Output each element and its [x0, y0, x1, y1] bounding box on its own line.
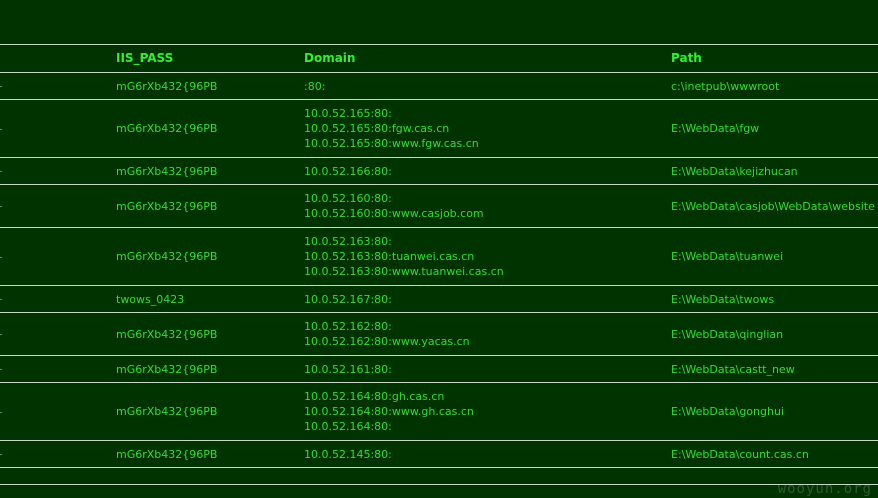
row-marker [0, 171, 2, 172]
domain-binding: 10.0.52.145:80: [304, 447, 392, 461]
row-marker [0, 128, 2, 130]
cell-iis-pass: mG6rXb432{96PB [116, 199, 218, 213]
domain-binding: 10.0.52.163:80: [304, 235, 392, 248]
domain-binding: 10.0.52.165:80:fgw.cas.cn [304, 122, 450, 135]
cell-iis-pass: mG6rXb432{96PB [116, 405, 218, 418]
table-row: mG6rXb432{96PB 10.0.52.145:80: E:\WebData\… [0, 441, 878, 468]
cell-path: E:\WebData\kejizhucan [671, 164, 798, 178]
cell-path: E:\WebData\fgw [671, 122, 760, 135]
watermark: wooyun.org [777, 481, 872, 497]
cell-iis-pass: mG6rXb432{96PB [116, 164, 218, 178]
domain-binding: 10.0.52.164:80:www.gh.cas.cn [304, 405, 474, 418]
cell-path: E:\WebData\count.cas.cn [671, 447, 809, 461]
cell-iis-pass: mG6rXb432{96PB [116, 79, 218, 93]
cell-path: E:\WebData\tuanwei [671, 250, 784, 263]
row-marker [0, 411, 2, 413]
domain-binding: 10.0.52.162:80:www.yacas.cn [304, 335, 470, 348]
header-path: Path [671, 51, 702, 65]
row-marker [0, 256, 2, 258]
domain-binding: 10.0.52.164:80: [304, 420, 392, 433]
row-marker [0, 369, 2, 370]
cell-path: E:\WebData\casjob\WebData\website [671, 199, 875, 213]
table-row: mG6rXb432{96PB 10.0.52.163:80: 10.0.52.163… [0, 228, 878, 286]
row-marker [0, 86, 2, 87]
cell-path: c:\inetpub\wwwroot [671, 79, 780, 93]
cell-iis-pass: mG6rXb432{96PB [116, 250, 218, 263]
cell-iis-pass: mG6rXb432{96PB [116, 327, 218, 341]
page: IIS_PASS Domain Path mG6rXb432{96PB :80: c… [0, 0, 878, 498]
table-row: mG6rXb432{96PB 10.0.52.165:80: 10.0.52.165… [0, 100, 878, 158]
table-row: mG6rXb432{96PB 10.0.52.161:80: E:\WebData\… [0, 356, 878, 383]
table-row: mG6rXb432{96PB 10.0.52.166:80: E:\WebData\… [0, 158, 878, 185]
domain-binding: :80: [304, 79, 326, 93]
table-header-row: IIS_PASS Domain Path [0, 45, 878, 73]
table-row: mG6rXb432{96PB 10.0.52.160:80: 10.0.52.160… [0, 185, 878, 228]
cell-path: E:\WebData\gonghui [671, 405, 784, 418]
domain-binding: 10.0.52.160:80:www.casjob.com [304, 207, 484, 220]
cell-domain: 10.0.52.166:80: [304, 158, 392, 184]
cell-domain: 10.0.52.167:80: [304, 286, 392, 312]
cell-iis-pass: mG6rXb432{96PB [116, 122, 218, 135]
cell-path: E:\WebData\castt_new [671, 362, 795, 376]
table-footer-spacer [0, 468, 878, 485]
cell-domain: 10.0.52.162:80: 10.0.52.162:80:www.yacas.… [304, 313, 470, 355]
row-marker [0, 206, 2, 207]
domain-binding: 10.0.52.162:80: [304, 320, 392, 333]
domain-binding: 10.0.52.163:80:tuanwei.cas.cn [304, 250, 475, 263]
cell-domain: 10.0.52.161:80: [304, 356, 392, 382]
table-row: mG6rXb432{96PB 10.0.52.162:80: 10.0.52.162… [0, 313, 878, 356]
row-marker [0, 334, 2, 335]
header-domain: Domain [304, 51, 356, 65]
table-row: mG6rXb432{96PB 10.0.52.164:80:gh.cas.cn 10… [0, 383, 878, 441]
cell-domain: 10.0.52.164:80:gh.cas.cn 10.0.52.164:80:w… [304, 383, 474, 440]
domain-binding: 10.0.52.165:80:www.fgw.cas.cn [304, 137, 479, 150]
table-row: mG6rXb432{96PB :80: c:\inetpub\wwwroot [0, 73, 878, 100]
cell-path: E:\WebData\twows [671, 292, 775, 306]
row-marker [0, 299, 2, 300]
domain-binding: 10.0.52.165:80: [304, 107, 392, 120]
cell-iis-pass: twows_0423 [116, 292, 185, 306]
cell-path: E:\WebData\qinglian [671, 327, 784, 341]
domain-binding: 10.0.52.166:80: [304, 164, 392, 178]
domain-binding: 10.0.52.164:80:gh.cas.cn [304, 390, 445, 403]
row-marker [0, 454, 2, 455]
domain-binding: 10.0.52.161:80: [304, 362, 392, 376]
cell-iis-pass: mG6rXb432{96PB [116, 447, 218, 461]
cell-domain: 10.0.52.160:80: 10.0.52.160:80:www.casjob… [304, 185, 484, 227]
credentials-table: IIS_PASS Domain Path mG6rXb432{96PB :80: c… [0, 44, 878, 485]
header-iis-pass: IIS_PASS [116, 51, 174, 65]
cell-domain: 10.0.52.145:80: [304, 441, 392, 467]
table-row: twows_0423 10.0.52.167:80: E:\WebData\twow… [0, 286, 878, 313]
cell-domain: 10.0.52.163:80: 10.0.52.163:80:tuanwei.ca… [304, 228, 504, 285]
cell-domain: 10.0.52.165:80: 10.0.52.165:80:fgw.cas.cn… [304, 100, 479, 157]
cell-iis-pass: mG6rXb432{96PB [116, 362, 218, 376]
domain-binding: 10.0.52.163:80:www.tuanwei.cas.cn [304, 265, 504, 278]
domain-binding: 10.0.52.167:80: [304, 292, 392, 306]
domain-binding: 10.0.52.160:80: [304, 192, 392, 205]
cell-domain: :80: [304, 73, 325, 99]
